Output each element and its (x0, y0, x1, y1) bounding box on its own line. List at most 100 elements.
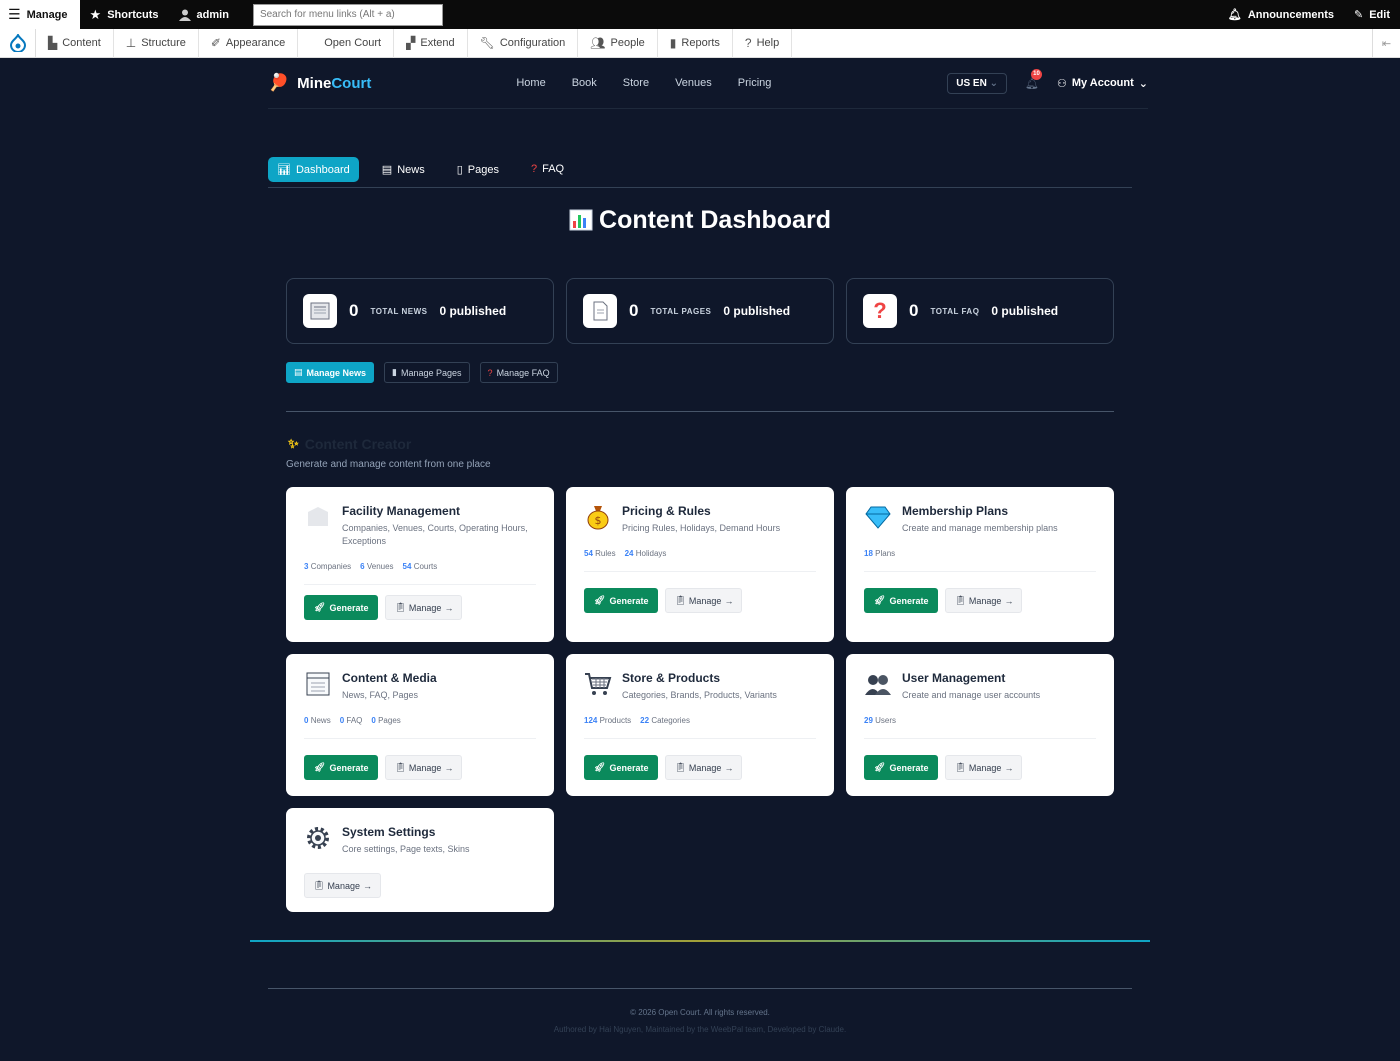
language-select[interactable]: US EN ⌄ (947, 72, 1007, 94)
sitemap-icon: ⊥ (125, 36, 137, 50)
content-tabs: 📊︎ Dashboard ▤ News ▯ Pages ? FAQ (268, 157, 1132, 188)
footer-gradient-divider (250, 940, 1150, 942)
tab-faq[interactable]: ? FAQ (522, 157, 573, 181)
admin-tray: ▙ Content ⊥ Structure ✐ Appearance Open Cou… (0, 28, 1400, 58)
users-icon (864, 670, 892, 698)
clipboard-icon: 📋︎ (313, 880, 325, 890)
manage-pages-button[interactable]: ▮ Manage Pages (384, 362, 470, 383)
manage-button[interactable]: 📋︎ Manage → (385, 755, 463, 780)
clipboard-icon: 📋︎ (674, 595, 686, 605)
metric: 54 Rules (584, 549, 616, 558)
chart-icon: 📊︎ (277, 164, 291, 176)
manage-button[interactable]: 📋︎ Manage → (665, 588, 743, 613)
tray-extend[interactable]: ▞ Extend (394, 28, 468, 58)
edit-link[interactable]: ✎ Edit (1344, 0, 1400, 29)
clipboard-icon: 📋︎ (394, 762, 406, 772)
metric: 0 FAQ (339, 716, 363, 725)
stat-news: 0 TOTAL NEWS 0 published (286, 278, 554, 344)
arrow-right-icon: → (444, 602, 454, 613)
generate-button[interactable]: 🚀︎ Generate (304, 595, 379, 620)
rocket-icon: 🚀︎ (314, 762, 326, 772)
main-nav: Home Book Store Venues Pricing (516, 77, 771, 89)
tab-dashboard[interactable]: 📊︎ Dashboard (268, 157, 359, 182)
tab-news[interactable]: ▤ News (373, 157, 434, 182)
shortcuts-link[interactable]: ★ Shortcuts (80, 0, 169, 29)
rocket-icon: 🚀︎ (874, 595, 886, 605)
rocket-icon: 🚀︎ (314, 602, 326, 612)
bar-chart-icon: ▮ (669, 36, 677, 50)
manage-button[interactable]: 📋︎ Manage → (945, 588, 1023, 613)
chevron-down-icon: ⌄ (1138, 77, 1148, 90)
manage-news-button[interactable]: ▤ Manage News (286, 362, 375, 383)
tab-pages[interactable]: ▯ Pages (448, 157, 508, 182)
question-icon: ? (863, 294, 897, 328)
generate-button[interactable]: 🚀︎ Generate (584, 588, 659, 613)
tray-content[interactable]: ▙ Content (36, 28, 114, 58)
gear-icon (304, 824, 332, 852)
clipboard-icon: 📋︎ (954, 762, 966, 772)
manage-button[interactable]: ☰ Manage (0, 0, 80, 29)
newspaper-icon: ▤ (381, 164, 393, 176)
generate-button[interactable]: 🚀︎ Generate (864, 588, 939, 613)
manage-button[interactable]: 📋︎ Manage → (945, 755, 1023, 780)
manage-button[interactable]: 📋︎ Manage → (304, 873, 381, 898)
manage-button[interactable]: 📋︎ Manage → (665, 755, 743, 780)
card-user-management: User Management Create and manage user ac… (846, 654, 1114, 796)
building-icon (304, 503, 332, 531)
nav-venues[interactable]: Venues (675, 77, 712, 89)
nav-pricing[interactable]: Pricing (738, 77, 772, 89)
question-icon: ? (530, 163, 538, 175)
stat-pages: 0 TOTAL PAGES 0 published (566, 278, 834, 344)
menu-search-input[interactable]: Search for menu links (Alt + a) (252, 3, 443, 26)
people-icon: 👥︎ (590, 36, 606, 50)
admin-toolbar: ☰ Manage ★ Shortcuts admin Search for me… (0, 0, 1400, 29)
tray-configuration[interactable]: 🔧︎ Configuration (468, 28, 579, 58)
metric: 29 Users (864, 716, 897, 725)
page-title: Content Dashboard (0, 206, 1400, 235)
metric: 0 News (304, 716, 331, 725)
manage-faq-button[interactable]: ? Manage FAQ (479, 362, 558, 383)
nav-book[interactable]: Book (572, 77, 597, 89)
arrow-right-icon: → (1004, 762, 1014, 773)
tray-open-court[interactable]: Open Court (298, 28, 395, 58)
metric: 22 Categories (640, 716, 690, 725)
site-logo[interactable]: 🏓 MineCourt (268, 73, 371, 93)
card-pricing-rules: $ Pricing & Rules Pricing Rules, Holidays… (566, 487, 834, 642)
rocket-icon: 🚀︎ (874, 762, 886, 772)
bell-icon: 🔔︎ (1227, 9, 1242, 21)
copyright: © 2026 Open Court. All rights reserved. (630, 1008, 770, 1017)
pencil-icon: ✎ (1354, 9, 1364, 21)
tray-reports[interactable]: ▮ Reports (658, 28, 733, 58)
clipboard-icon: 📋︎ (394, 602, 406, 612)
drupal-icon[interactable] (0, 28, 36, 58)
collapse-tray-icon[interactable]: ⇤ (1372, 28, 1400, 58)
tray-help[interactable]: ? Help (733, 28, 793, 58)
user-link[interactable]: admin (169, 0, 239, 29)
nav-store[interactable]: Store (623, 77, 649, 89)
manage-button[interactable]: 📋︎ Manage → (385, 595, 463, 620)
user-icon: ⚇ (1056, 77, 1067, 90)
diamond-icon (864, 503, 892, 531)
announcements-link[interactable]: 🔔︎ Announcements (1218, 0, 1344, 29)
tray-appearance[interactable]: ✐ Appearance (199, 28, 299, 58)
clipboard-icon: 📋︎ (674, 762, 686, 772)
generate-button[interactable]: 🚀︎ Generate (304, 755, 379, 780)
card-facility-management: Facility Management Companies, Venues, Co… (286, 487, 554, 642)
user-icon (178, 9, 191, 21)
clipboard-icon: 📋︎ (954, 595, 966, 605)
my-account-menu[interactable]: ⚇ My Account ⌄ (1057, 77, 1148, 90)
tray-people[interactable]: 👥︎ People (578, 28, 658, 58)
rocket-icon: 🚀︎ (594, 595, 606, 605)
section-title: ✨︎ Content Creator (288, 436, 412, 452)
stat-faq: ? 0 TOTAL FAQ 0 published (846, 278, 1114, 344)
nav-home[interactable]: Home (516, 77, 545, 89)
generate-button[interactable]: 🚀︎ Generate (864, 755, 939, 780)
notification-badge: 10 (1031, 68, 1042, 80)
metric: 6 Venues (360, 562, 394, 571)
tray-structure[interactable]: ⊥ Structure (114, 28, 199, 58)
notifications-button[interactable]: 🔔︎ 10 (1025, 68, 1042, 90)
pickleball-paddle-icon: 🏓 (268, 73, 290, 92)
help-icon: ? (744, 36, 752, 50)
page-icon: ▯ (456, 164, 463, 176)
generate-button[interactable]: 🚀︎ Generate (584, 755, 659, 780)
